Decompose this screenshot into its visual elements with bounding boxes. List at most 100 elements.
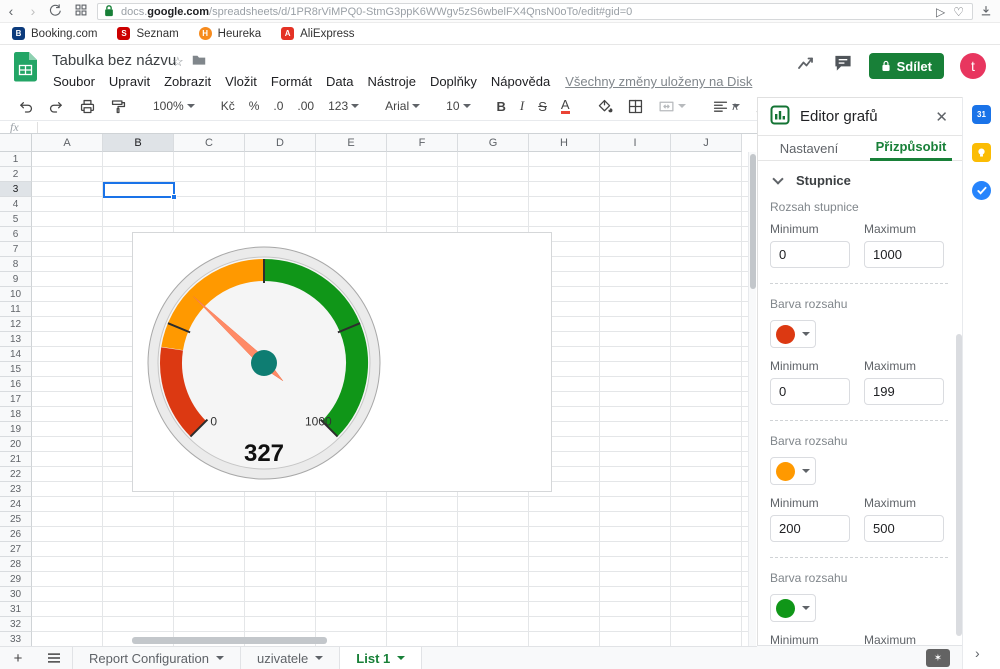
color-range-dropdown-2[interactable] [770, 594, 816, 622]
zoom-select[interactable]: 100% [148, 97, 200, 115]
font-family-select[interactable]: Arial [380, 97, 425, 115]
gauge-chart[interactable]: 01000327 [132, 232, 552, 492]
row-header-7[interactable]: 7 [0, 242, 32, 257]
color-range-1-max-input[interactable] [864, 515, 944, 542]
fill-color-button[interactable] [591, 96, 618, 117]
move-folder-icon[interactable] [192, 54, 206, 69]
menu-dopl-ky[interactable]: Doplňky [423, 71, 484, 92]
row-header-23[interactable]: 23 [0, 482, 32, 497]
tab-prizpusobit[interactable]: Přizpůsobit [860, 136, 962, 160]
column-header-d[interactable]: D [245, 134, 316, 152]
font-size-select[interactable]: 10 [441, 97, 475, 115]
format-currency-button[interactable]: Kč [216, 97, 240, 115]
row-header-26[interactable]: 26 [0, 527, 32, 542]
more-formats-button[interactable]: 123 [323, 97, 364, 115]
bold-button[interactable]: B [492, 97, 511, 116]
menu-data[interactable]: Data [319, 71, 360, 92]
row-header-16[interactable]: 16 [0, 377, 32, 392]
strikethrough-button[interactable]: S [533, 97, 552, 116]
row-header-22[interactable]: 22 [0, 467, 32, 482]
refresh-icon[interactable] [44, 3, 66, 20]
menu-soubor[interactable]: Soubor [46, 71, 102, 92]
explore-button[interactable]: ✶ [926, 649, 950, 667]
select-all-corner[interactable] [0, 134, 32, 152]
expand-side-panel-icon[interactable]: › [975, 645, 980, 661]
bookmark-seznam[interactable]: SSeznam [117, 27, 178, 40]
sheet-tab-uzivatele[interactable]: uzivatele [241, 647, 340, 669]
close-icon[interactable]: ✕ [935, 108, 948, 126]
share-page-icon[interactable]: ▷ [936, 5, 945, 19]
forward-icon[interactable]: › [22, 3, 44, 19]
address-bar[interactable]: docs.google.com/spreadsheets/d/1PR8rViMP… [97, 3, 973, 20]
color-range-1-min-input[interactable] [770, 515, 850, 542]
horizontal-scrollbar[interactable] [132, 637, 327, 644]
sheet-tab-report-configuration[interactable]: Report Configuration [72, 647, 241, 669]
merge-cells-button[interactable] [653, 96, 691, 117]
row-header-3[interactable]: 3 [0, 182, 32, 197]
row-header-10[interactable]: 10 [0, 287, 32, 302]
share-button[interactable]: Sdílet [869, 53, 944, 79]
row-header-14[interactable]: 14 [0, 347, 32, 362]
star-icon[interactable]: ☆ [172, 54, 184, 70]
menu-upravit[interactable]: Upravit [102, 71, 157, 92]
row-header-33[interactable]: 33 [0, 632, 32, 647]
download-icon[interactable] [979, 4, 993, 23]
tabs-grid-icon[interactable] [70, 3, 92, 20]
redo-button[interactable] [43, 96, 70, 117]
color-range-dropdown-0[interactable] [770, 320, 816, 348]
row-header-19[interactable]: 19 [0, 422, 32, 437]
back-icon[interactable]: ‹ [0, 3, 22, 19]
column-header-b[interactable]: B [103, 134, 174, 152]
document-title[interactable]: Tabulka bez názvu [52, 52, 176, 69]
row-header-8[interactable]: 8 [0, 257, 32, 272]
row-header-31[interactable]: 31 [0, 602, 32, 617]
bookmark-aliexpress[interactable]: AAliExpress [281, 27, 354, 40]
column-header-j[interactable]: J [671, 134, 742, 152]
cells-area[interactable]: 01000327 [32, 152, 748, 647]
row-header-28[interactable]: 28 [0, 557, 32, 572]
format-percent-button[interactable]: % [244, 97, 265, 115]
formula-bar[interactable]: fx [0, 120, 757, 133]
bookmark-heureka[interactable]: HHeureka [199, 27, 261, 40]
favorite-heart-icon[interactable]: ♡ [953, 5, 964, 19]
row-header-25[interactable]: 25 [0, 512, 32, 527]
menu-vlo-it[interactable]: Vložit [218, 71, 264, 92]
text-color-button[interactable]: A [561, 99, 570, 114]
vertical-scrollbar[interactable] [748, 152, 756, 647]
section-stupnice[interactable]: Stupnice [770, 169, 948, 200]
sheet-tab-list-1[interactable]: List 1 [340, 647, 422, 669]
column-header-e[interactable]: E [316, 134, 387, 152]
menu-n-pov-da[interactable]: Nápověda [484, 71, 557, 92]
row-header-2[interactable]: 2 [0, 167, 32, 182]
row-header-20[interactable]: 20 [0, 437, 32, 452]
color-range-0-max-input[interactable] [864, 378, 944, 405]
keep-icon[interactable] [972, 143, 991, 162]
collapse-controls-icon[interactable]: ∧ [731, 100, 739, 113]
row-header-17[interactable]: 17 [0, 392, 32, 407]
color-range-0-min-input[interactable] [770, 378, 850, 405]
row-header-18[interactable]: 18 [0, 407, 32, 422]
scale-min-input[interactable] [770, 241, 850, 268]
saved-status-link[interactable]: Všechny změny uloženy na Disk [561, 71, 756, 92]
column-header-h[interactable]: H [529, 134, 600, 152]
row-header-13[interactable]: 13 [0, 332, 32, 347]
row-header-29[interactable]: 29 [0, 572, 32, 587]
comment-history-icon[interactable] [833, 54, 853, 78]
calendar-icon[interactable]: 31 [972, 105, 991, 124]
row-header-9[interactable]: 9 [0, 272, 32, 287]
column-header-i[interactable]: I [600, 134, 671, 152]
add-sheet-button[interactable]: + [0, 647, 36, 669]
row-header-24[interactable]: 24 [0, 497, 32, 512]
insights-icon[interactable] [795, 54, 817, 79]
column-header-a[interactable]: A [32, 134, 103, 152]
borders-button[interactable] [622, 96, 649, 117]
all-sheets-icon[interactable] [36, 647, 72, 669]
menu-n-stroje[interactable]: Nástroje [361, 71, 423, 92]
bookmark-booking-com[interactable]: BBooking.com [12, 27, 97, 40]
color-range-dropdown-1[interactable] [770, 457, 816, 485]
row-header-11[interactable]: 11 [0, 302, 32, 317]
row-header-1[interactable]: 1 [0, 152, 32, 167]
row-header-4[interactable]: 4 [0, 197, 32, 212]
row-header-30[interactable]: 30 [0, 587, 32, 602]
column-header-f[interactable]: F [387, 134, 458, 152]
